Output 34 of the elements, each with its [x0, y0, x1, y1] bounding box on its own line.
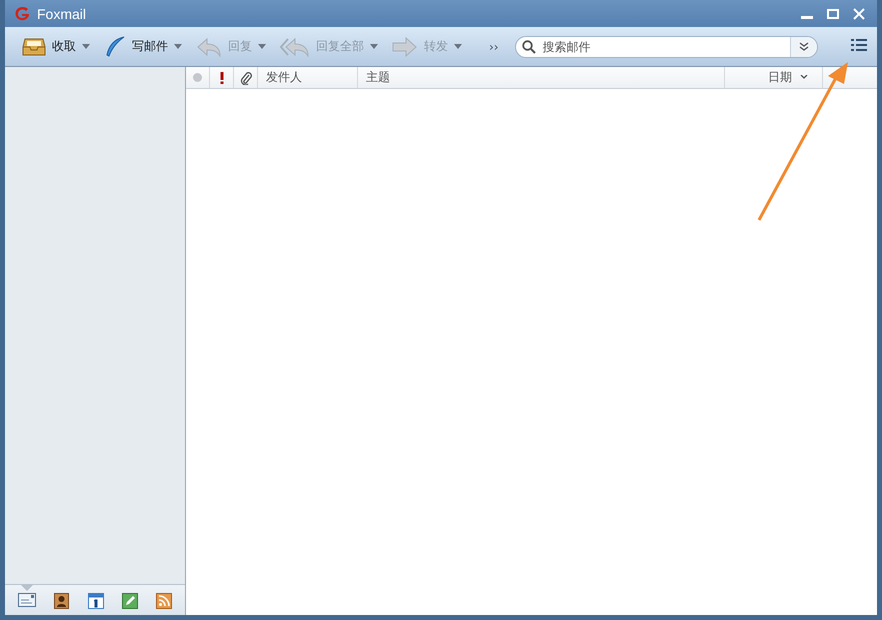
- column-header[interactable]: 发件人: [258, 67, 358, 88]
- feather-icon: [104, 36, 126, 58]
- caret-icon: [174, 44, 182, 49]
- caret-icon: [258, 44, 266, 49]
- window-title: Foxmail: [37, 6, 86, 22]
- search-options-button[interactable]: [790, 36, 817, 56]
- paperclip-icon: [240, 70, 252, 84]
- column-header[interactable]: 日期: [725, 67, 823, 88]
- more-button[interactable]: ››: [483, 38, 505, 54]
- maximize-icon[interactable]: [827, 8, 839, 18]
- list-icon: [851, 39, 867, 51]
- reply-arrow-icon: [196, 36, 222, 56]
- search-icon: [522, 40, 536, 54]
- column-header[interactable]: 主题: [358, 67, 725, 88]
- caret-icon: [82, 44, 90, 49]
- envelope-icon: [18, 593, 36, 607]
- exclamation-icon: [220, 72, 224, 84]
- pencil-note-icon: [122, 593, 138, 609]
- contact-book-icon: [54, 593, 70, 609]
- close-icon[interactable]: [853, 8, 865, 20]
- caret-icon: [454, 44, 462, 49]
- app-logo-icon: [13, 6, 31, 22]
- reply-all-arrow-icon: [280, 36, 310, 56]
- toolbar-button[interactable]: 收取: [15, 32, 97, 62]
- search-field[interactable]: 搜索邮件: [514, 36, 818, 58]
- caret-icon: [370, 44, 378, 49]
- double-chevron-down-icon: [798, 42, 809, 51]
- calendar-icon: [88, 593, 104, 609]
- rss-feed-icon: [156, 593, 172, 609]
- toolbar-button[interactable]: 写邮件: [97, 32, 189, 62]
- read-status-dot-icon: [193, 73, 202, 82]
- inbox-tray-icon: [22, 36, 46, 56]
- chevron-down-icon: [800, 75, 808, 80]
- forward-arrow-icon: [392, 36, 418, 56]
